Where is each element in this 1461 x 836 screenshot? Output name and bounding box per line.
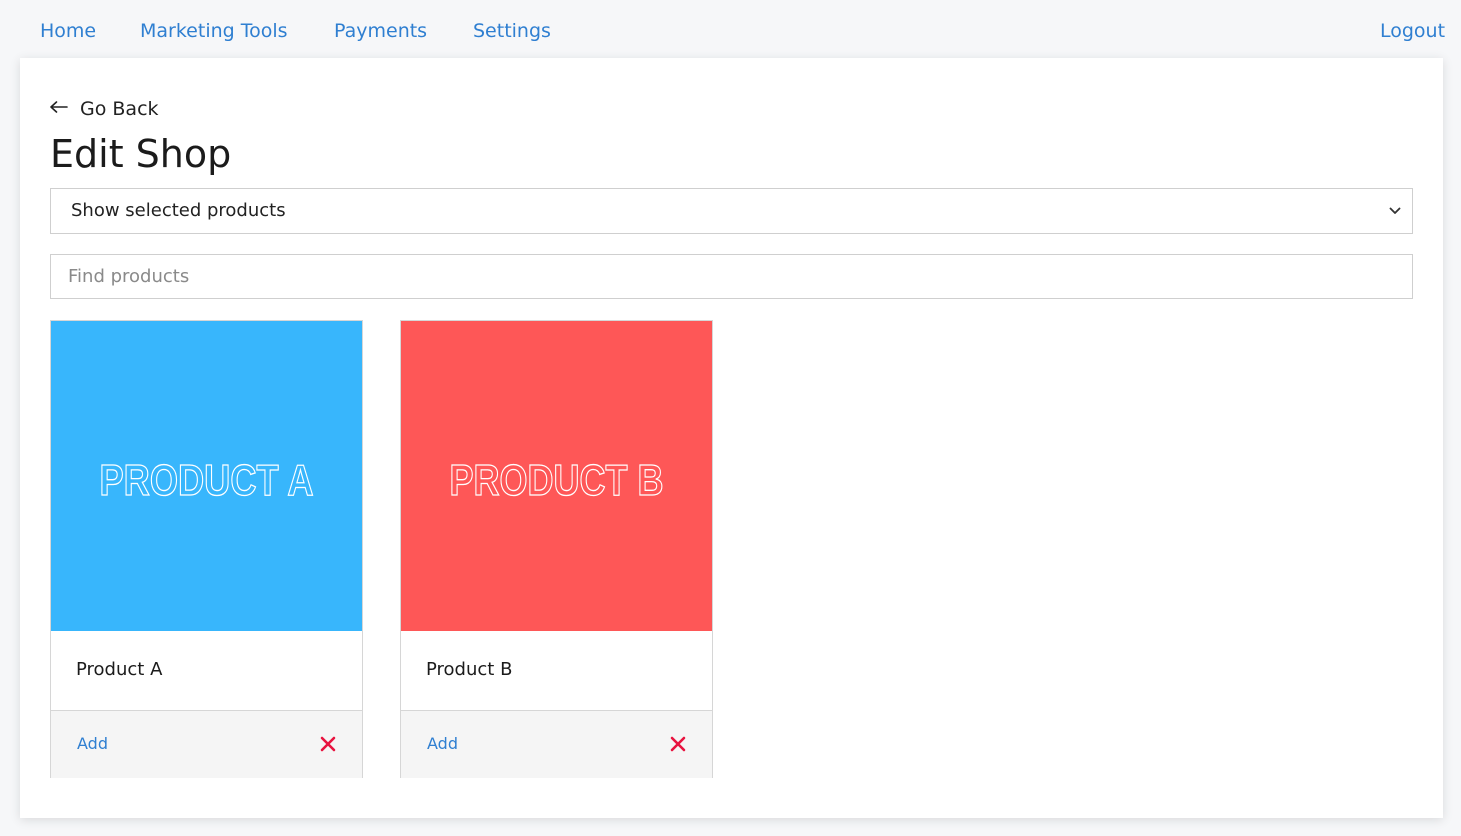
product-image-a-text: PRODUCT A [100,456,314,505]
product-image-b: PRODUCT B [401,321,712,631]
product-image-b-text: PRODUCT B [450,456,664,505]
page-title: Edit Shop [50,132,232,176]
product-filter-select[interactable]: Show selected products [50,188,1413,234]
product-footer-b: Add [401,710,712,778]
nav-marketing-tools-link[interactable]: Marketing Tools [140,20,288,42]
top-navigation: Home Marketing Tools Payments Settings L… [0,0,1461,58]
product-image-a: PRODUCT A [51,321,362,631]
edit-shop-panel: Go Back Edit Shop Show selected products… [20,58,1443,818]
product-name-b: Product B [426,659,513,680]
close-icon[interactable] [670,736,686,752]
find-products-field[interactable] [50,254,1413,299]
product-footer-a: Add [51,710,362,778]
add-product-a-button[interactable]: Add [77,734,108,753]
nav-settings-link[interactable]: Settings [473,20,551,42]
product-card-b: PRODUCT B Product B Add [400,320,713,778]
arrow-left-icon [50,100,68,118]
nav-payments-link[interactable]: Payments [334,20,427,42]
logout-link[interactable]: Logout [1380,20,1445,42]
add-product-b-button[interactable]: Add [427,734,458,753]
go-back-link[interactable]: Go Back [50,98,159,120]
product-card-a: PRODUCT A Product A Add [50,320,363,778]
go-back-label: Go Back [80,98,159,120]
close-icon[interactable] [320,736,336,752]
nav-home-link[interactable]: Home [40,20,96,42]
chevron-down-icon [1388,203,1402,217]
product-filter-selected-value: Show selected products [71,200,286,221]
find-products-input[interactable] [66,255,1390,298]
product-name-a: Product A [76,659,163,680]
